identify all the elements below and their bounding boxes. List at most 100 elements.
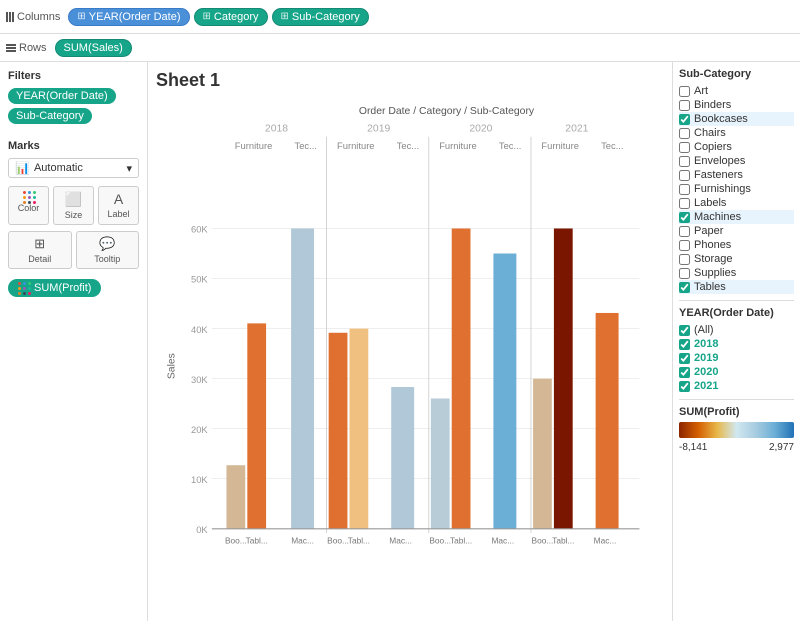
year-checkbox-2020[interactable] (679, 367, 690, 378)
year-item-2018[interactable]: 2018 (679, 337, 794, 351)
svg-text:Furniture: Furniture (235, 141, 273, 151)
sub-cat-checkbox-envelopes[interactable] (679, 156, 690, 167)
sub-cat-item-phones[interactable]: Phones (679, 238, 794, 252)
sub-cat-checkbox-labels[interactable] (679, 198, 690, 209)
size-icon: ⬜ (65, 191, 82, 208)
sub-cat-item-envelopes[interactable]: Envelopes (679, 154, 794, 168)
year-item-2021[interactable]: 2021 (679, 379, 794, 393)
sub-cat-checkbox-paper[interactable] (679, 226, 690, 237)
svg-text:2018: 2018 (265, 124, 288, 135)
sub-cat-checkbox-bookcases[interactable] (679, 114, 690, 125)
sub-cat-item-fasteners[interactable]: Fasteners (679, 168, 794, 182)
sub-cat-checkbox-furnishings[interactable] (679, 184, 690, 195)
sub-cat-checkbox-supplies[interactable] (679, 268, 690, 279)
sub-cat-item-copiers[interactable]: Copiers (679, 140, 794, 154)
bar-2019-furniture-tables[interactable] (350, 329, 369, 529)
year-label-2018: 2018 (694, 338, 718, 350)
year-item-2019[interactable]: 2019 (679, 351, 794, 365)
gradient-labels: -8,141 2,977 (679, 442, 794, 453)
svg-text:Tabl...: Tabl... (246, 535, 268, 545)
color-button[interactable]: Color (8, 186, 49, 225)
sub-cat-checkbox-chairs[interactable] (679, 128, 690, 139)
year-checkbox-2021[interactable] (679, 381, 690, 392)
svg-text:Mac...: Mac... (491, 535, 514, 545)
sub-cat-item-art[interactable]: Art (679, 84, 794, 98)
sub-cat-checkbox-phones[interactable] (679, 240, 690, 251)
bar-2020-furniture-bookcases[interactable] (431, 398, 450, 528)
filter-year-pill[interactable]: YEAR(Order Date) (8, 88, 116, 104)
svg-text:2020: 2020 (469, 124, 492, 135)
year-checkbox-2019[interactable] (679, 353, 690, 364)
rows-bar: Rows SUM(Sales) (0, 34, 800, 62)
sub-cat-item-tables[interactable]: Tables (679, 280, 794, 294)
year-label-2019: 2019 (694, 352, 718, 364)
bar-2020-tech-machines[interactable] (493, 254, 516, 529)
svg-text:40K: 40K (191, 325, 208, 335)
sub-cat-label-machines: Machines (694, 211, 741, 223)
filters-title: Filters (8, 70, 139, 82)
svg-text:Mac...: Mac... (594, 535, 617, 545)
svg-text:Boo...: Boo... (429, 535, 451, 545)
bar-2021-furniture-bookcases[interactable] (533, 379, 552, 529)
label-button[interactable]: A Label (98, 186, 139, 225)
label-text: Label (107, 209, 129, 219)
svg-text:Tec...: Tec... (499, 141, 521, 151)
columns-text: Columns (17, 11, 60, 23)
sub-cat-checkbox-art[interactable] (679, 86, 690, 97)
bar-2019-tech-machines[interactable] (391, 387, 414, 529)
legend-min: -8,141 (679, 442, 707, 453)
sub-cat-checkbox-machines[interactable] (679, 212, 690, 223)
sub-cat-checkbox-fasteners[interactable] (679, 170, 690, 181)
year-item-2020[interactable]: 2020 (679, 365, 794, 379)
sub-cat-item-storage[interactable]: Storage (679, 252, 794, 266)
detail-label: Detail (28, 254, 51, 264)
bar-2018-furniture-tables[interactable] (247, 323, 266, 528)
bar-2019-furniture-bookcases[interactable] (329, 333, 348, 529)
sub-category-pill[interactable]: ⊞ Sub-Category (272, 8, 369, 26)
sub-cat-checkbox-tables[interactable] (679, 282, 690, 293)
bar-2018-tech-machines[interactable] (291, 228, 314, 528)
legend-gradient-section: SUM(Profit) -8,141 2,977 (679, 406, 794, 453)
svg-text:Boo...: Boo... (225, 535, 247, 545)
svg-text:50K: 50K (191, 275, 208, 285)
sub-cat-item-binders[interactable]: Binders (679, 98, 794, 112)
sub-cat-checkbox-binders[interactable] (679, 100, 690, 111)
marks-dropdown[interactable]: 📊 Automatic ▾ (8, 158, 139, 178)
sub-cat-item-machines[interactable]: Machines (679, 210, 794, 224)
tooltip-button[interactable]: 💬 Tooltip (76, 231, 140, 269)
category-pill[interactable]: ⊞ Category (194, 8, 268, 26)
marks-title: Marks (8, 140, 139, 152)
bar-2018-furniture-bookcases[interactable] (226, 465, 245, 529)
sub-cat-label-binders: Binders (694, 99, 731, 111)
sub-cat-item-furnishings[interactable]: Furnishings (679, 182, 794, 196)
sub-cat-item-supplies[interactable]: Supplies (679, 266, 794, 280)
year-order-date-pill[interactable]: ⊞ YEAR(Order Date) (68, 8, 189, 26)
bar-2021-furniture-tables[interactable] (554, 228, 573, 528)
bar-2020-furniture-tables[interactable] (452, 228, 471, 528)
filter-subcategory-pill[interactable]: Sub-Category (8, 108, 92, 124)
svg-text:2021: 2021 (565, 124, 588, 135)
sum-profit-pill[interactable]: SUM(Profit) (8, 279, 101, 297)
year-list: (All)2018 2019 2020 2021 (679, 323, 794, 393)
year-checkbox-(All)[interactable] (679, 325, 690, 336)
sub-cat-item-chairs[interactable]: Chairs (679, 126, 794, 140)
size-button[interactable]: ⬜ Size (53, 186, 94, 225)
year-label-2020: 2020 (694, 366, 718, 378)
sum-sales-pill[interactable]: SUM(Sales) (55, 39, 132, 57)
sub-cat-label-copiers: Copiers (694, 141, 732, 153)
year-checkbox-2018[interactable] (679, 339, 690, 350)
year-item-(All)[interactable]: (All) (679, 323, 794, 337)
sub-cat-checkbox-storage[interactable] (679, 254, 690, 265)
sub-cat-item-labels[interactable]: Labels (679, 196, 794, 210)
sub-cat-checkbox-copiers[interactable] (679, 142, 690, 153)
sub-cat-label-fasteners: Fasteners (694, 169, 743, 181)
chart-container: Sales Order Date / Category / Sub-Catego… (156, 95, 664, 606)
sub-cat-item-bookcases[interactable]: Bookcases (679, 112, 794, 126)
svg-text:Furniture: Furniture (439, 141, 477, 151)
chart-title: Sheet 1 (156, 70, 664, 91)
year-label-2021: 2021 (694, 380, 718, 392)
svg-text:Tec...: Tec... (397, 141, 419, 151)
sub-cat-item-paper[interactable]: Paper (679, 224, 794, 238)
detail-button[interactable]: ⊞ Detail (8, 231, 72, 269)
bar-2021-tech-machines[interactable] (596, 313, 619, 529)
